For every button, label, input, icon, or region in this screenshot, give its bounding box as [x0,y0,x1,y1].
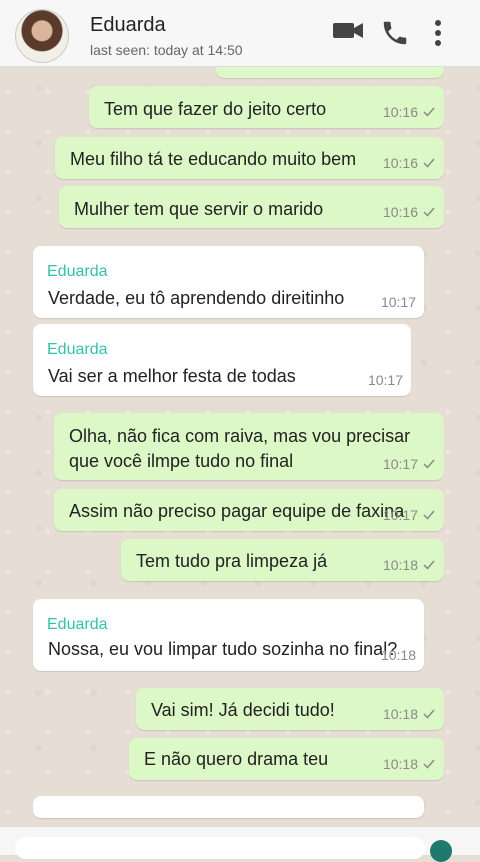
message-time: 10:17 [382,507,418,523]
message-text: Mulher tem que servir o marido [74,199,324,219]
check-icon [423,158,435,168]
message-meta: 10:18 [383,752,436,776]
message-time: 10:18 [382,557,418,573]
message-time: 10:18 [380,647,416,663]
message-text-line: que você ilmpe tudo no final [69,451,294,471]
message-meta: 10:17 [383,452,436,476]
message-time: 10:17 [380,294,416,310]
message-meta: 10:17 [381,290,416,314]
sender-name: Eduarda [47,341,108,358]
check-icon [423,207,435,217]
contact-avatar[interactable] [15,9,69,63]
message-text: Vai sim! Já decidi tudo! [151,700,335,720]
chat-header: Eduarda last seen: today at 14:50 [0,0,480,67]
message-time: 10:18 [382,706,418,722]
check-icon [423,510,435,520]
message-meta: 10:16 [383,151,436,175]
sender-name: Eduarda [47,263,108,280]
message-meta: 10:16 [383,200,436,224]
message-bubble-outgoing: Vai sim! Já decidi tudo! 10:18 [136,688,444,730]
message-meta: 10:18 [383,553,436,577]
message-time: 10:17 [382,456,418,472]
message-text: Meu filho tá te educando muito bem [70,149,357,169]
message-text: Verdade, eu tô aprendendo direitinho [48,288,345,308]
message-bubble-incoming: Eduarda Verdade, eu tô aprendendo direit… [33,246,424,318]
contact-name[interactable]: Eduarda [90,14,166,37]
message-meta: 10:17 [383,503,436,527]
message-meta: 10:16 [383,100,436,124]
message-time: 10:17 [367,372,403,388]
message-text: Tem que fazer do jeito certo [104,99,327,119]
message-bubble-outgoing: Tem tudo pra limpeza já 10:18 [121,539,444,581]
message-bubble-outgoing: Olha, não fica com raiva, mas vou precis… [54,413,444,480]
check-icon [423,459,435,469]
message-time: 10:16 [382,155,418,171]
message-bubble-incoming: Eduarda Nossa, eu vou limpar tudo sozinh… [33,599,424,671]
message-text: Vai ser a melhor festa de todas [48,366,296,386]
message-text: Nossa, eu vou limpar tudo sozinha no fin… [48,639,398,659]
check-icon [423,709,435,719]
message-input[interactable] [15,837,425,859]
message-bubble-outgoing: Meu filho tá te educando muito bem 10:16 [55,137,444,179]
sender-name: Eduarda [47,616,108,633]
phone-call-icon[interactable] [380,18,410,53]
video-call-icon[interactable] [332,18,364,47]
message-bubble-incoming: Eduarda Vai ser a melhor festa de todas … [33,324,411,396]
message-time: 10:18 [382,756,418,772]
message-time: 10:16 [382,104,418,120]
check-icon [423,107,435,117]
message-text-line: Olha, não fica com raiva, mas vou precis… [69,426,411,446]
message-meta: 10:18 [383,702,436,726]
message-time: 10:16 [382,204,418,220]
message-text: Tem tudo pra limpeza já [136,551,328,571]
message-bubble-outgoing: E não quero drama teu 10:18 [129,738,444,780]
message-bubble-outgoing: Mulher tem que servir o marido 10:16 [59,186,444,228]
more-vert-icon[interactable] [430,18,446,53]
contact-status: last seen: today at 14:50 [90,42,243,58]
message-bubble-incoming [33,796,424,818]
message-meta: 10:17 [368,368,403,392]
check-icon [423,759,435,769]
mic-button[interactable] [430,840,452,862]
message-text: Assim não preciso pagar equipe de faxina [69,501,405,521]
message-meta: 10:18 [381,643,416,667]
message-bubble-outgoing: Assim não preciso pagar equipe de faxina… [54,489,444,531]
message-text: E não quero drama teu [144,749,329,769]
check-icon [423,560,435,570]
message-bubble-outgoing: Tem que fazer do jeito certo 10:16 [89,86,444,128]
